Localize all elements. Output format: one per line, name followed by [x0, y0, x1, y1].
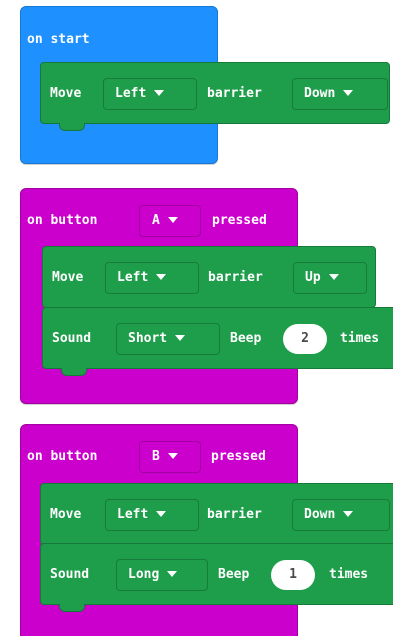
caret-down-icon — [156, 273, 167, 280]
on-button-label: on button — [27, 213, 98, 228]
sound-label: Sound — [50, 567, 90, 582]
direction-value: Left — [115, 86, 147, 101]
barrier-value: Down — [304, 507, 336, 522]
barrier-label: barrier — [207, 86, 262, 101]
length-value: Long — [128, 567, 160, 582]
direction-value: Left — [117, 507, 149, 522]
barrier-dropdown[interactable]: Down — [292, 499, 390, 531]
button-value: A — [152, 213, 160, 228]
pressed-label: pressed — [211, 449, 266, 464]
barrier-dropdown[interactable]: Up — [293, 262, 367, 294]
block-notch — [59, 123, 85, 131]
caret-down-icon — [343, 89, 354, 96]
caret-down-icon — [154, 89, 165, 96]
direction-dropdown[interactable]: Left — [103, 78, 197, 110]
block-notch — [59, 604, 85, 612]
barrier-label: barrier — [207, 507, 262, 522]
count-input[interactable]: 1 — [271, 560, 315, 590]
caret-down-icon — [328, 273, 339, 280]
on-button-label: on button — [27, 449, 98, 464]
move-label: Move — [50, 86, 82, 101]
direction-value: Left — [117, 270, 149, 285]
beep-label: Beep — [230, 331, 262, 346]
length-dropdown[interactable]: Long — [116, 559, 208, 591]
times-label: times — [340, 331, 380, 346]
count-input[interactable]: 2 — [283, 324, 327, 354]
barrier-label: barrier — [208, 270, 263, 285]
barrier-value: Down — [304, 86, 336, 101]
button-dropdown[interactable]: A — [139, 205, 201, 237]
length-dropdown[interactable]: Short — [116, 323, 220, 355]
button-dropdown[interactable]: B — [139, 441, 201, 473]
move-block[interactable]: Move Left barrier Down — [40, 62, 390, 131]
move-block[interactable]: Move Left barrier Up — [42, 246, 376, 308]
on-start-label: on start — [27, 32, 90, 47]
barrier-dropdown[interactable]: Down — [292, 78, 388, 110]
caret-down-icon — [343, 510, 354, 517]
times-label: times — [329, 567, 369, 582]
move-label: Move — [50, 507, 82, 522]
caret-down-icon — [167, 216, 178, 223]
move-label: Move — [52, 270, 84, 285]
beep-label: Beep — [218, 567, 250, 582]
move-block[interactable]: Move Left barrier Down — [40, 483, 393, 545]
sound-block[interactable]: Sound Short Beep 2 times — [42, 307, 393, 376]
sound-block[interactable]: Sound Long Beep 1 times — [40, 543, 393, 612]
caret-down-icon — [175, 334, 186, 341]
pressed-label: pressed — [212, 213, 267, 228]
caret-down-icon — [156, 510, 167, 517]
length-value: Short — [128, 331, 168, 346]
direction-dropdown[interactable]: Left — [105, 499, 199, 531]
barrier-value: Up — [305, 270, 321, 285]
block-notch — [61, 368, 87, 376]
button-value: B — [152, 449, 160, 464]
direction-dropdown[interactable]: Left — [105, 262, 199, 294]
caret-down-icon — [167, 570, 178, 577]
sound-label: Sound — [52, 331, 92, 346]
caret-down-icon — [167, 452, 178, 459]
